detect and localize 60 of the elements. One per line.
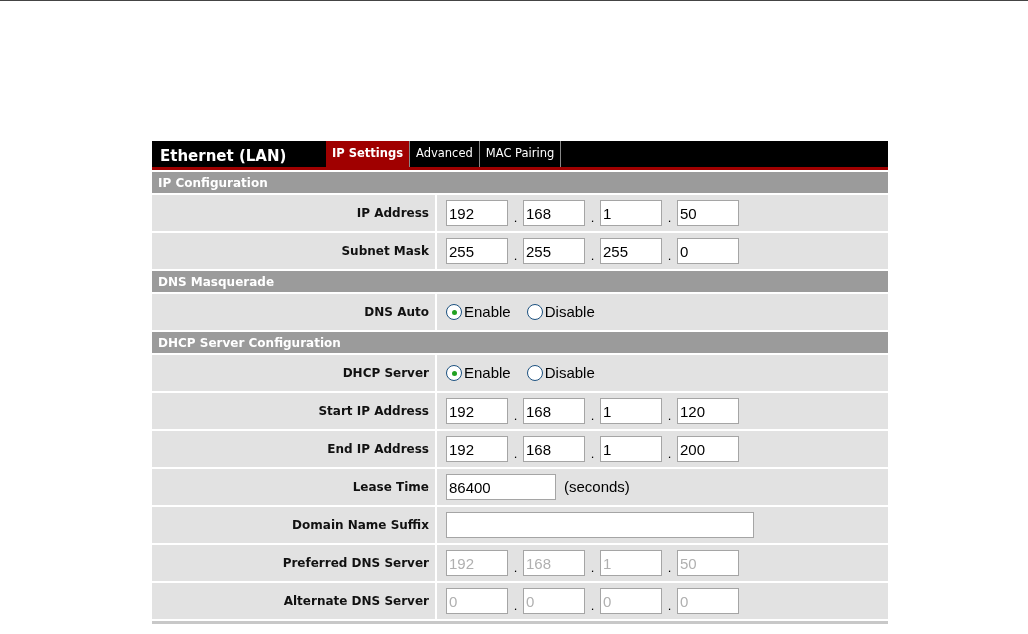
dot-separator: .	[512, 560, 519, 576]
radio-button[interactable]	[526, 365, 543, 381]
dot-separator: .	[589, 560, 596, 576]
field-label: Alternate DNS Server	[152, 583, 435, 619]
dot-separator: .	[666, 560, 673, 576]
dot-separator: .	[666, 408, 673, 424]
field-label: IP Address	[152, 195, 435, 231]
dot-separator: .	[589, 408, 596, 424]
section-header: DNS Masquerade	[152, 271, 888, 292]
octet-field[interactable]: 255	[600, 238, 662, 264]
octet-field[interactable]: 200	[677, 436, 739, 462]
octet-field[interactable]: 0	[677, 238, 739, 264]
dot-separator: .	[512, 248, 519, 264]
field-label: Preferred DNS Server	[152, 545, 435, 581]
radio-button[interactable]	[526, 304, 543, 320]
octet-field[interactable]: 120	[677, 398, 739, 424]
octet-field[interactable]: 192	[446, 200, 508, 226]
octet-field[interactable]: 255	[446, 238, 508, 264]
field-label: Domain Name Suffix	[152, 507, 435, 543]
radio-button[interactable]	[446, 304, 462, 320]
section-header: IP Configuration	[152, 172, 888, 193]
octet-field[interactable]: 255	[523, 238, 585, 264]
dot-separator: .	[512, 408, 519, 424]
octet-field[interactable]: 50	[677, 200, 739, 226]
octet-field[interactable]: 168	[523, 398, 585, 424]
section-header: DHCP Server Configuration	[152, 332, 888, 353]
octet-field[interactable]: 192	[446, 398, 508, 424]
dot-separator: .	[512, 210, 519, 226]
dot-separator: .	[512, 598, 519, 614]
dot-separator: .	[589, 210, 596, 226]
dot-separator: .	[666, 210, 673, 226]
tab[interactable]: IP Settings	[326, 141, 410, 167]
field-label: DNS Auto	[152, 294, 435, 330]
text-field[interactable]	[446, 512, 754, 538]
octet-field[interactable]: 168	[523, 436, 585, 462]
octet-field[interactable]: 168	[523, 200, 585, 226]
octet-field[interactable]: 192	[446, 436, 508, 462]
radio-label: Disable	[544, 362, 595, 383]
field-label: End IP Address	[152, 431, 435, 467]
radio-label: Enable	[464, 362, 511, 383]
radio-label: Enable	[464, 301, 511, 322]
panel-title: Ethernet (LAN)	[159, 145, 288, 167]
octet-field[interactable]: 1	[600, 398, 662, 424]
octet-field[interactable]: 1	[600, 436, 662, 462]
dot-separator: .	[666, 598, 673, 614]
dot-separator: .	[589, 446, 596, 462]
radio-button[interactable]	[446, 365, 462, 381]
number-field[interactable]: 86400	[446, 474, 556, 500]
field-label: Subnet Mask	[152, 233, 435, 269]
dot-separator: .	[666, 446, 673, 462]
field-label: Lease Time	[152, 469, 435, 505]
unit-label: (seconds)	[564, 476, 630, 497]
dot-separator: .	[589, 248, 596, 264]
dot-separator: .	[666, 248, 673, 264]
field-label: Start IP Address	[152, 393, 435, 429]
dot-separator: .	[512, 446, 519, 462]
field-label: DHCP Server	[152, 355, 435, 391]
dot-separator: .	[589, 598, 596, 614]
radio-label: Disable	[544, 301, 595, 322]
octet-field[interactable]: 1	[600, 200, 662, 226]
